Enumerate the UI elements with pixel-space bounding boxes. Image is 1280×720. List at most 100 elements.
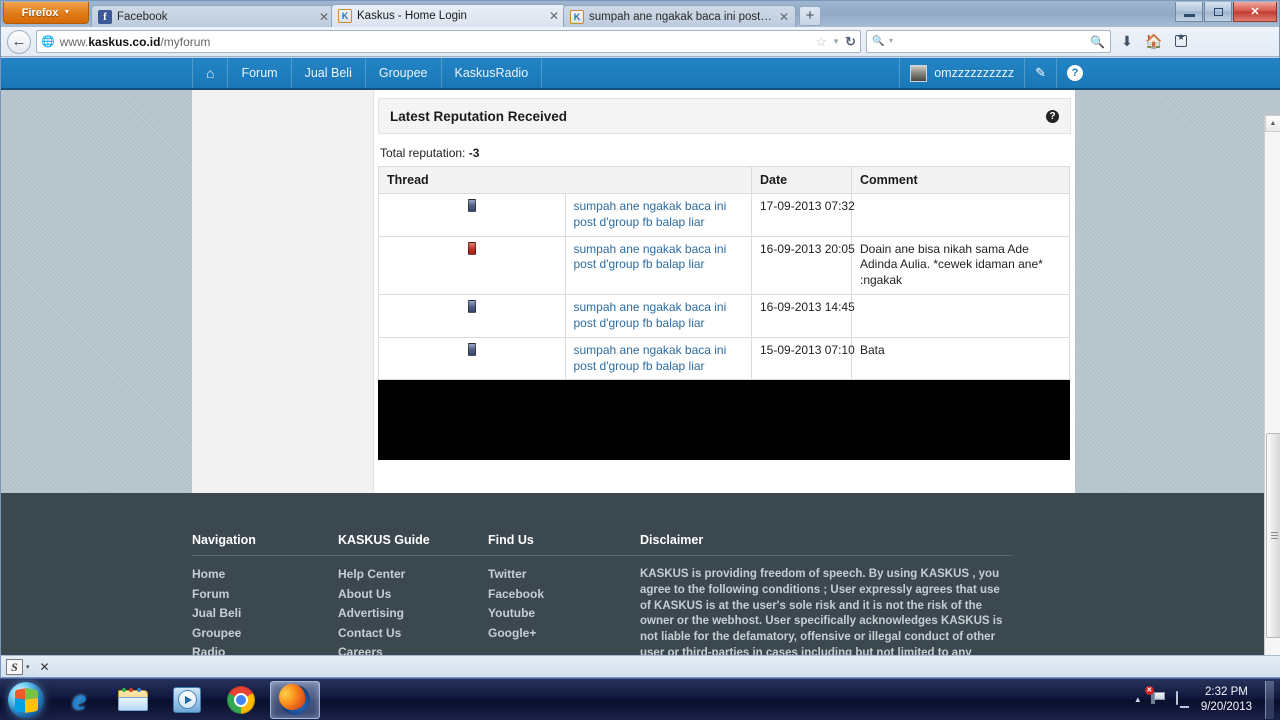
footer-link-advertising[interactable]: Advertising (338, 606, 404, 620)
downloads-icon[interactable]: ⬇ (1116, 33, 1138, 50)
close-icon[interactable]: ✕ (40, 660, 50, 674)
list-item: Groupee (192, 626, 338, 640)
browser-tab-facebook[interactable]: f Facebook ✕ (91, 5, 336, 27)
footer-link-youtube[interactable]: Youtube (488, 606, 535, 620)
close-icon[interactable]: ✕ (779, 10, 789, 24)
browser-tab-title: sumpah ane ngakak baca ini post d'g... (589, 10, 773, 23)
browser-tab-thread[interactable]: K sumpah ane ngakak baca ini post d'g...… (563, 5, 796, 27)
help-icon[interactable]: ? (1046, 109, 1059, 123)
close-icon[interactable]: ✕ (549, 9, 559, 23)
taskbar-item-windows-media-player[interactable] (162, 681, 212, 719)
thread-link[interactable]: sumpah ane ngakak baca ini post d'group … (574, 199, 727, 229)
thread-link[interactable]: sumpah ane ngakak baca ini post d'group … (574, 343, 727, 373)
scrollbar-thumb[interactable] (1266, 433, 1280, 638)
minimize-button[interactable] (1175, 2, 1203, 22)
thread-link[interactable]: sumpah ane ngakak baca ini post d'group … (574, 300, 727, 330)
maximize-button[interactable] (1204, 2, 1232, 22)
date-cell: 16-09-2013 20:05 (751, 235, 855, 296)
column-header-date: Date (751, 166, 852, 194)
taskbar-item-internet-explorer[interactable]: e (54, 681, 104, 719)
list-item: Jual Beli (192, 606, 338, 620)
compose-button[interactable]: ✎ (1024, 58, 1056, 88)
bookmarks-icon[interactable] (1170, 32, 1192, 50)
reputation-indicator-cell (378, 336, 566, 381)
bookmark-star-icon[interactable]: ☆ (816, 34, 828, 50)
column-header-comment: Comment (851, 166, 1070, 194)
footer-column-find-us: Find Us Twitter Facebook Youtube Google+ (488, 533, 640, 665)
browser-tab-title: Kaskus - Home Login (357, 10, 467, 22)
thread-link[interactable]: sumpah ane ngakak baca ini post d'group … (574, 242, 727, 272)
footer-link-home[interactable]: Home (192, 567, 225, 581)
new-tab-button[interactable]: + (799, 6, 821, 26)
taskbar-item-mozilla-firefox[interactable] (270, 680, 320, 719)
firefox-menu-button[interactable]: Firefox ▼ (3, 2, 89, 24)
page-scrollbar[interactable]: ▲ ▼ (1264, 115, 1280, 665)
clock[interactable]: 2:32 PM 9/20/2013 (1201, 685, 1252, 713)
date-cell: 17-09-2013 07:32 (751, 193, 855, 237)
system-tray: ▲ ✕ 2:32 PM 9/20/2013 (1134, 680, 1280, 719)
total-reputation: Total reputation: -3 (380, 146, 1075, 160)
back-button[interactable]: ← (7, 29, 31, 54)
taskbar-item-windows-explorer[interactable] (108, 681, 158, 719)
show-desktop-button[interactable] (1265, 680, 1274, 719)
reputation-indicator-cell (378, 235, 566, 296)
thread-cell: sumpah ane ngakak baca ini post d'group … (564, 294, 752, 338)
footer-link-contact-us[interactable]: Contact Us (338, 626, 401, 640)
reputation-indicator-cell (378, 294, 566, 338)
footer-link-list: Home Forum Jual Beli Groupee Radio Mobil… (192, 567, 338, 665)
table-row: sumpah ane ngakak baca ini post d'group … (378, 193, 1070, 237)
list-item: Contact Us (338, 626, 488, 640)
chevron-down-icon[interactable]: ▼ (887, 38, 894, 45)
facebook-icon: f (98, 9, 112, 24)
list-item: Twitter (488, 567, 640, 581)
username-label: omzzzzzzzzzz (934, 66, 1015, 80)
chevron-down-icon[interactable]: ▾ (26, 663, 30, 671)
user-menu[interactable]: omzzzzzzzzzz (899, 58, 1024, 88)
footer-link-facebook[interactable]: Facebook (488, 587, 544, 601)
taskbar-item-google-chrome[interactable] (216, 681, 266, 719)
list-item: Help Center (338, 567, 488, 581)
screenshot-tool-icon[interactable]: S (6, 658, 23, 675)
search-bar[interactable]: 🔍 ▼ 🔍 (866, 30, 1111, 53)
list-item: About Us (338, 587, 488, 601)
firefox-menu-label: Firefox (21, 6, 59, 19)
footer-link-twitter[interactable]: Twitter (488, 567, 526, 581)
footer-link-about-us[interactable]: About Us (338, 587, 391, 601)
close-icon[interactable]: ✕ (319, 10, 329, 24)
address-bar[interactable]: 🌐 www.kaskus.co.id/myforum ☆ ▼ ↻ (36, 30, 861, 53)
footer-link-google-plus[interactable]: Google+ (488, 626, 536, 640)
display-settings-icon[interactable] (1175, 691, 1192, 707)
user-area: omzzzzzzzzzz ✎ ? (899, 58, 1093, 88)
home-icon[interactable]: 🏠 (1143, 33, 1165, 50)
scroll-up-icon[interactable]: ▲ (1265, 115, 1280, 132)
nav-item-kaskus-radio[interactable]: KaskusRadio (442, 58, 543, 88)
nav-item-jual-beli[interactable]: Jual Beli (292, 58, 366, 88)
date-cell: 16-09-2013 14:45 (751, 294, 855, 338)
start-button[interactable] (2, 680, 50, 720)
nav-item-forum[interactable]: Forum (228, 58, 292, 88)
list-item: Advertising (338, 606, 488, 620)
search-submit-icon[interactable]: 🔍 (1090, 35, 1105, 49)
date-cell: 15-09-2013 07:10 (751, 336, 855, 381)
list-item: Forum (192, 587, 338, 601)
thread-cell: sumpah ane ngakak baca ini post d'group … (564, 336, 752, 381)
footer-link-help-center[interactable]: Help Center (338, 567, 405, 581)
footer-link-forum[interactable]: Forum (192, 587, 229, 601)
reputation-indicator-cell (378, 193, 566, 237)
reputation-table: Thread Date Comment sumpah ane ngakak ba… (378, 166, 1070, 381)
reload-icon[interactable]: ↻ (845, 34, 856, 50)
windows-taskbar: e ▲ ✕ 2:32 PM 9/20/2013 (0, 678, 1280, 720)
nav-item-home[interactable]: ⌂ (192, 58, 229, 88)
show-hidden-icons-icon[interactable]: ▲ (1134, 695, 1142, 704)
chevron-down-icon[interactable]: ▼ (832, 37, 840, 46)
nav-item-groupee[interactable]: Groupee (366, 58, 442, 88)
browser-tab-title: Facebook (117, 10, 168, 23)
browser-tab-kaskus-home[interactable]: K Kaskus - Home Login ✕ (331, 4, 566, 27)
network-status-icon[interactable]: ✕ (1144, 686, 1167, 707)
table-row: sumpah ane ngakak baca ini post d'group … (378, 336, 1070, 381)
help-button[interactable]: ? (1056, 58, 1093, 88)
firefox-icon (280, 684, 310, 715)
footer-link-groupee[interactable]: Groupee (192, 626, 241, 640)
footer-link-jual-beli[interactable]: Jual Beli (192, 606, 241, 620)
close-window-button[interactable]: ✕ (1233, 2, 1277, 22)
